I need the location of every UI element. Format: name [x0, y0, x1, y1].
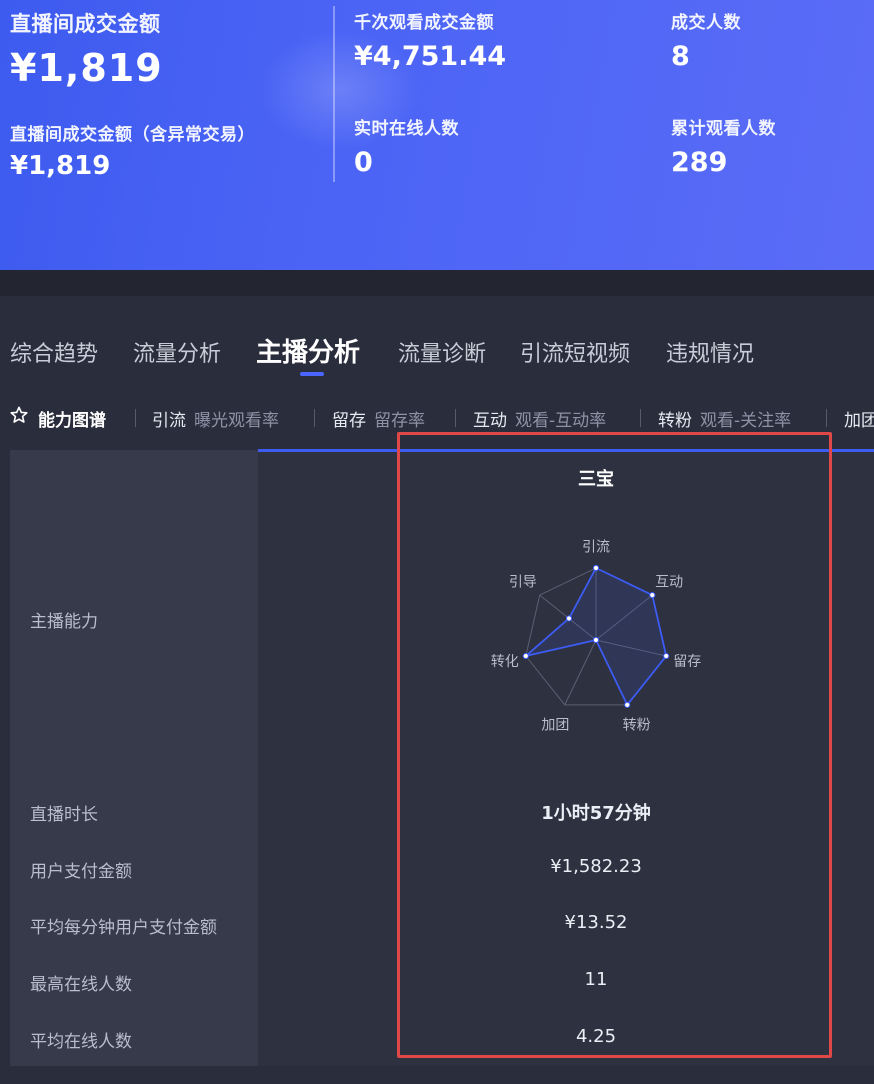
viewers-value: 289	[671, 147, 728, 178]
buyers-label: 成交人数	[671, 13, 741, 33]
gmv-incl-label: 直播间成交金额（含异常交易）	[10, 125, 255, 145]
radar-axis-label: 引流	[582, 539, 610, 555]
gmv-incl-value: ¥1,819	[10, 151, 111, 181]
table-row-value: ¥13.52	[564, 912, 628, 933]
subtab-interaction[interactable]: 互动 观看-互动率	[473, 406, 606, 431]
table-row-value: 1小时57分钟	[541, 803, 651, 824]
active-tab-indicator	[300, 372, 324, 376]
gmv-value: ¥1,819	[10, 46, 163, 90]
online-metric: 实时在线人数 0	[354, 114, 459, 178]
subtab-separator	[314, 409, 315, 427]
gmv-label: 直播间成交金额	[10, 12, 161, 36]
gmv-incl-metric: 直播间成交金额（含异常交易） ¥1,819	[10, 120, 255, 181]
tab-violations[interactable]: 违规情况	[666, 336, 754, 368]
radar-point	[624, 701, 631, 708]
table-row-value: 4.25	[575, 1026, 617, 1047]
table-row-value: ¥1,582.23	[550, 856, 642, 877]
gpm-value: ¥4,751.44	[354, 41, 507, 72]
viewers-metric: 累计观看人数 289	[671, 114, 776, 178]
tab-anchor[interactable]: 主播分析	[256, 332, 360, 369]
table-row-label: 平均在线人数	[30, 1032, 132, 1052]
radar-series-polygon	[525, 566, 668, 707]
radar-axis-line	[564, 639, 597, 706]
radar-point	[663, 652, 670, 660]
subtab-key: 留存	[332, 411, 366, 431]
ability-row-label: 主播能力	[30, 612, 98, 632]
subtab-metric: 留存率	[374, 411, 425, 431]
subtab-group[interactable]: 加团	[844, 406, 874, 431]
subtab-follow[interactable]: 转粉 观看-关注率	[658, 406, 791, 431]
subtab-separator	[135, 409, 136, 427]
subtab-traffic[interactable]: 引流 曝光观看率	[152, 406, 279, 431]
gpm-metric: 千次观看成交金额 ¥4,751.44	[354, 8, 506, 72]
subtab-key: 引流	[152, 411, 186, 431]
gmv-metric: 直播间成交金额 ¥1,819	[10, 8, 163, 90]
ability-radar-chart: 引流互动留存转粉 加团 转化 引导	[491, 539, 702, 733]
radar-point	[592, 636, 600, 644]
subtab-metric: 观看-关注率	[700, 411, 792, 431]
radar-axis-label: 转化	[491, 654, 519, 670]
tab-overview[interactable]: 综合趋势	[10, 336, 98, 368]
subtab-separator	[826, 409, 827, 427]
subtab-metric: 观看-互动率	[515, 411, 607, 431]
anchor-name: 三宝	[578, 469, 614, 490]
ability-subtabs: 能力图谱 引流 曝光观看率 留存 留存率 互动 观看-互动率 转粉 观看-关注率 加团	[0, 400, 874, 436]
subtab-retention[interactable]: 留存 留存率	[332, 406, 425, 431]
table-row-label: 最高在线人数	[30, 975, 132, 995]
buyers-value: 8	[671, 41, 690, 72]
table-row-value: 11	[584, 969, 608, 990]
subtab-separator	[455, 409, 456, 427]
tab-short-video[interactable]: 引流短视频	[520, 336, 630, 368]
online-label: 实时在线人数	[354, 119, 459, 139]
gpm-label: 千次观看成交金额	[354, 13, 494, 33]
subtab-ability[interactable]: 能力图谱	[38, 406, 106, 431]
table-row-label: 直播时长	[30, 805, 98, 825]
subtab-key: 加团	[844, 411, 874, 431]
subtab-separator	[640, 409, 641, 427]
radar-point	[565, 615, 573, 622]
radar-shape	[522, 564, 670, 708]
subtab-ability-label: 能力图谱	[38, 411, 106, 431]
radar-axis-label: 转粉	[623, 717, 651, 733]
online-value: 0	[354, 147, 373, 178]
buyers-metric: 成交人数 8	[671, 8, 741, 72]
radar-axis-label: 加团	[541, 717, 569, 733]
tab-diagnosis[interactable]: 流量诊断	[398, 336, 486, 368]
banner-divider	[333, 6, 335, 182]
table-row-label: 用户支付金额	[30, 862, 132, 882]
radar-point	[649, 592, 656, 599]
analysis-tabs: 综合趋势 流量分析 主播分析 流量诊断 引流短视频 违规情况	[0, 326, 874, 382]
summary-banner: 直播间成交金额 ¥1,819 直播间成交金额（含异常交易） ¥1,819 千次观…	[0, 0, 874, 270]
radar-point	[522, 652, 529, 660]
radar-point	[592, 564, 600, 572]
tab-traffic[interactable]: 流量分析	[133, 336, 221, 368]
subtab-metric: 曝光观看率	[194, 411, 279, 431]
radar-axis-label: 引导	[509, 575, 537, 591]
subtab-key: 互动	[473, 411, 507, 431]
subtab-key: 转粉	[658, 411, 692, 431]
star-icon	[10, 406, 28, 423]
radar-axis-label: 互动	[655, 575, 683, 591]
section-gap	[0, 270, 874, 296]
radar-axis-label: 留存	[673, 654, 701, 670]
viewers-label: 累计观看人数	[671, 119, 776, 139]
table-row-label: 平均每分钟用户支付金额	[30, 918, 217, 938]
